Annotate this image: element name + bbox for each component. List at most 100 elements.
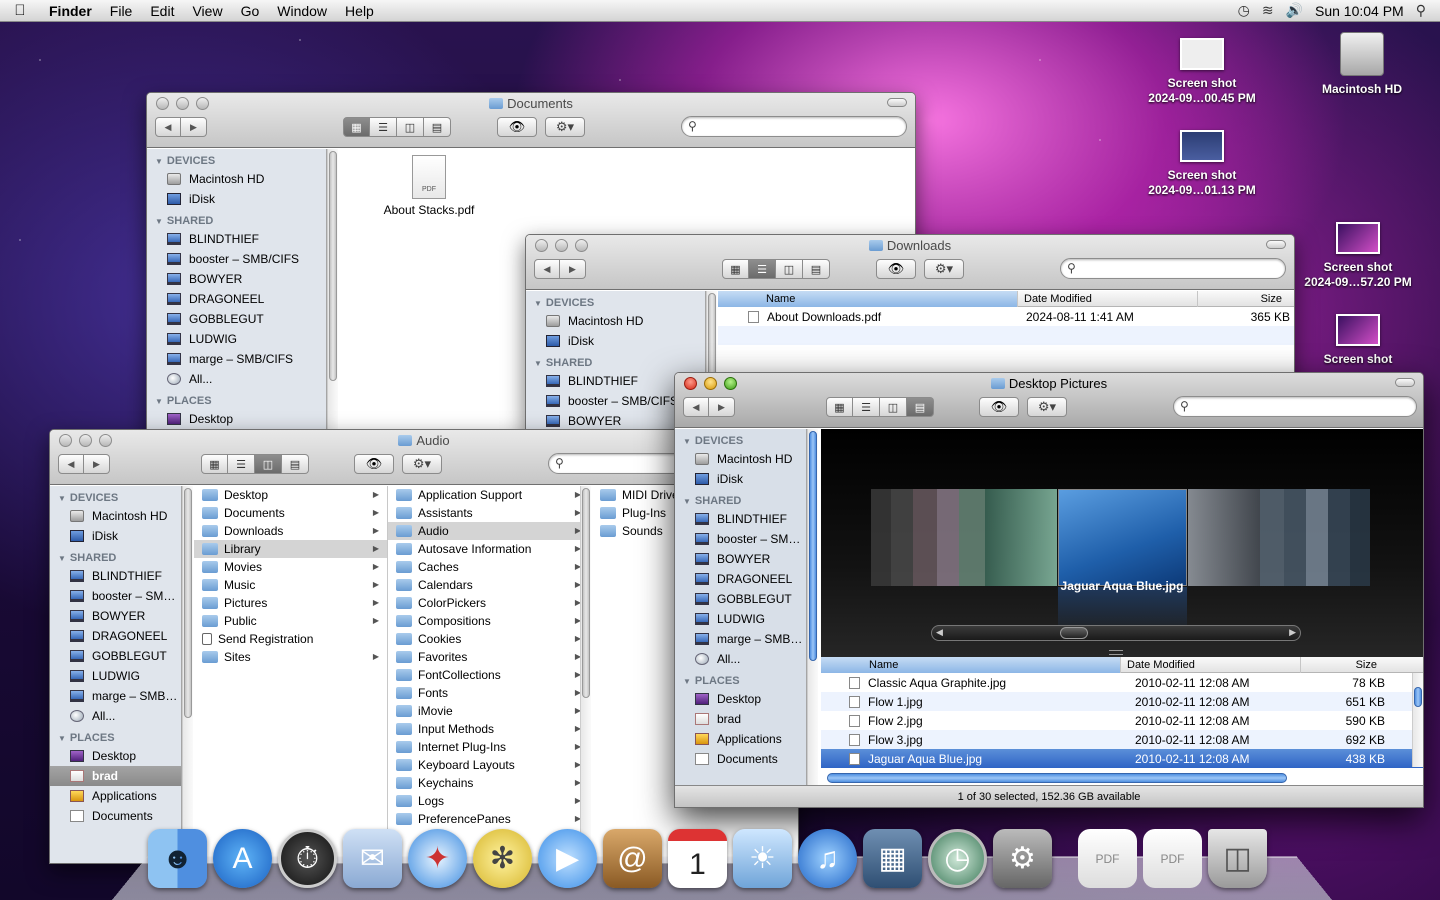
coverflow-view-button[interactable]: ▤	[282, 454, 309, 474]
column-view-button[interactable]: ◫	[776, 259, 803, 279]
cover-flow-scrollbar[interactable]: ◀ ▶	[931, 625, 1301, 641]
icon-view-button[interactable]: ▦	[343, 117, 370, 137]
column-item-documents[interactable]: Documents ▶	[194, 504, 387, 522]
column-item-downloads[interactable]: Downloads ▶	[194, 522, 387, 540]
cover-flow-item[interactable]	[937, 489, 959, 586]
column-item[interactable]: Keychains ▶	[388, 774, 589, 792]
horizontal-scrollbar-thumb[interactable]	[827, 773, 1287, 783]
desktop-macintosh-hd[interactable]: Macintosh HD	[1292, 32, 1432, 97]
search-input[interactable]: ⚲	[1060, 258, 1286, 279]
menu-help[interactable]: Help	[336, 0, 383, 22]
column-header-date[interactable]: Date Modified	[1121, 656, 1301, 673]
cover-flow-item[interactable]	[959, 489, 985, 586]
icon-view-button[interactable]: ▦	[826, 397, 853, 417]
menu-view[interactable]: View	[183, 0, 231, 22]
sidebar-item-macintosh-hd[interactable]: Macintosh HD	[147, 169, 326, 189]
sidebar-item-shared[interactable]: BOWYER	[675, 549, 806, 569]
desktop-file-screenshot[interactable]: Screen shot	[1288, 314, 1428, 367]
column-header-size[interactable]: Size	[1301, 657, 1389, 673]
cover-flow-item[interactable]	[1284, 489, 1306, 586]
table-row-selected[interactable]: Jaguar Aqua Blue.jpg 2010-02-11 12:08 AM…	[821, 749, 1423, 768]
column-item[interactable]: Logs ▶	[388, 792, 589, 810]
column-item-library[interactable]: Library ▶	[194, 540, 387, 558]
sidebar-item-shared[interactable]: LUDWIG	[675, 609, 806, 629]
cover-flow-selected-item[interactable]	[1058, 489, 1187, 586]
quick-look-button[interactable]: 👁	[354, 454, 394, 474]
column-item[interactable]: Caches ▶	[388, 558, 589, 576]
desktop-file-screenshot[interactable]: Screen shot 2024-09…01.13 PM	[1132, 130, 1272, 198]
column-item[interactable]: Internet Plug-Ins ▶	[388, 738, 589, 756]
wifi-icon[interactable]: ≋	[1262, 2, 1274, 19]
sidebar-item-brad[interactable]: brad	[675, 709, 806, 729]
dock-documents-stack-icon[interactable]: PDF	[1078, 829, 1137, 888]
sidebar-item-macintosh-hd[interactable]: Macintosh HD	[675, 449, 806, 469]
action-gear-button[interactable]: ⚙▾	[1027, 397, 1067, 417]
column-item-send-registration[interactable]: Send Registration	[194, 630, 387, 648]
column-item[interactable]: Calendars ▶	[388, 576, 589, 594]
cover-flow-item[interactable]	[985, 489, 1057, 586]
sidebar-item-idisk[interactable]: iDisk	[675, 469, 806, 489]
sidebar-item-all[interactable]: All...	[147, 369, 326, 389]
sidebar-item-macintosh-hd[interactable]: Macintosh HD	[50, 506, 181, 526]
action-gear-button[interactable]: ⚙▾	[545, 117, 585, 137]
toolbar-toggle-button[interactable]	[1395, 378, 1415, 387]
column-header-name[interactable]: Name	[718, 290, 1018, 307]
cover-flow-item[interactable]	[871, 489, 891, 586]
coverflow-view-button[interactable]: ▤	[803, 259, 830, 279]
scrollbar-thumb[interactable]	[809, 431, 817, 661]
column-item[interactable]: ColorPickers ▶	[388, 594, 589, 612]
column-view-button[interactable]: ◫	[397, 117, 424, 137]
forward-button[interactable]: ▶	[84, 454, 110, 474]
scrollbar-thumb[interactable]	[1414, 687, 1422, 707]
list-view-button[interactable]: ☰	[853, 397, 880, 417]
sidebar-item-documents[interactable]: Documents	[675, 749, 806, 769]
column-item-pictures[interactable]: Pictures ▶	[194, 594, 387, 612]
search-input[interactable]: ⚲	[1173, 396, 1417, 417]
icon-view-button[interactable]: ▦	[201, 454, 228, 474]
column-item-sites[interactable]: Sites ▶	[194, 648, 387, 666]
dock-iphoto-icon[interactable]: ☀	[733, 829, 792, 888]
cover-flow-item[interactable]	[891, 489, 913, 586]
dock-mail-icon[interactable]: ✉	[343, 829, 402, 888]
back-button[interactable]: ◀	[155, 117, 181, 137]
sidebar-item-idisk[interactable]: iDisk	[147, 189, 326, 209]
sidebar-item-shared[interactable]: marge – SMB…	[50, 686, 181, 706]
column-item[interactable]: Keyboard Layouts ▶	[388, 756, 589, 774]
sidebar-item-applications[interactable]: Applications	[50, 786, 181, 806]
sidebar-scrollbar[interactable]	[807, 429, 818, 785]
scrollbar-thumb[interactable]	[329, 151, 337, 381]
menu-clock[interactable]: Sun 10:04 PM	[1315, 3, 1404, 19]
forward-button[interactable]: ▶	[181, 117, 207, 137]
file-about-stacks[interactable]: PDF About Stacks.pdf	[369, 155, 489, 217]
spotlight-icon[interactable]: ⚲	[1416, 2, 1426, 19]
cover-flow-item[interactable]	[913, 489, 937, 586]
column-item[interactable]: Fonts ▶	[388, 684, 589, 702]
dock-spaces-icon[interactable]: ▦	[863, 829, 922, 888]
scroll-right-icon[interactable]: ▶	[1289, 627, 1296, 638]
sidebar-item-shared[interactable]: GOBBLEGUT	[147, 309, 326, 329]
sidebar-item-desktop[interactable]: Desktop	[50, 746, 181, 766]
sidebar-item-shared[interactable]: BLINDTHIEF	[675, 509, 806, 529]
column-item[interactable]: Compositions ▶	[388, 612, 589, 630]
cover-flow-item[interactable]	[1306, 489, 1328, 586]
list-view-button[interactable]: ☰	[370, 117, 397, 137]
forward-button[interactable]: ▶	[709, 397, 735, 417]
column-header-size[interactable]: Size	[1198, 291, 1286, 307]
dock-address-book-icon[interactable]: @	[603, 829, 662, 888]
list-view-button[interactable]: ☰	[228, 454, 255, 474]
action-gear-button[interactable]: ⚙▾	[924, 259, 964, 279]
quick-look-button[interactable]: 👁	[876, 259, 916, 279]
dock-finder-icon[interactable]: ☻	[148, 829, 207, 888]
column-item-audio[interactable]: Audio ▶	[388, 522, 589, 540]
sidebar-item-applications[interactable]: Applications	[675, 729, 806, 749]
sidebar-item-shared[interactable]: DRAGONEEL	[675, 569, 806, 589]
dock-itunes-icon[interactable]: ♫	[798, 829, 857, 888]
column-item[interactable]: Assistants ▶	[388, 504, 589, 522]
dock-downloads-stack-icon[interactable]: PDF	[1143, 829, 1202, 888]
sidebar-item-shared[interactable]: DRAGONEEL	[50, 626, 181, 646]
sidebar-item-shared[interactable]: BLINDTHIEF	[50, 566, 181, 586]
sidebar-item-shared[interactable]: LUDWIG	[50, 666, 181, 686]
sidebar-item-shared[interactable]: BOWYER	[50, 606, 181, 626]
column-scrollbar[interactable]	[580, 486, 591, 863]
dock-safari-icon[interactable]: ✦	[408, 829, 467, 888]
